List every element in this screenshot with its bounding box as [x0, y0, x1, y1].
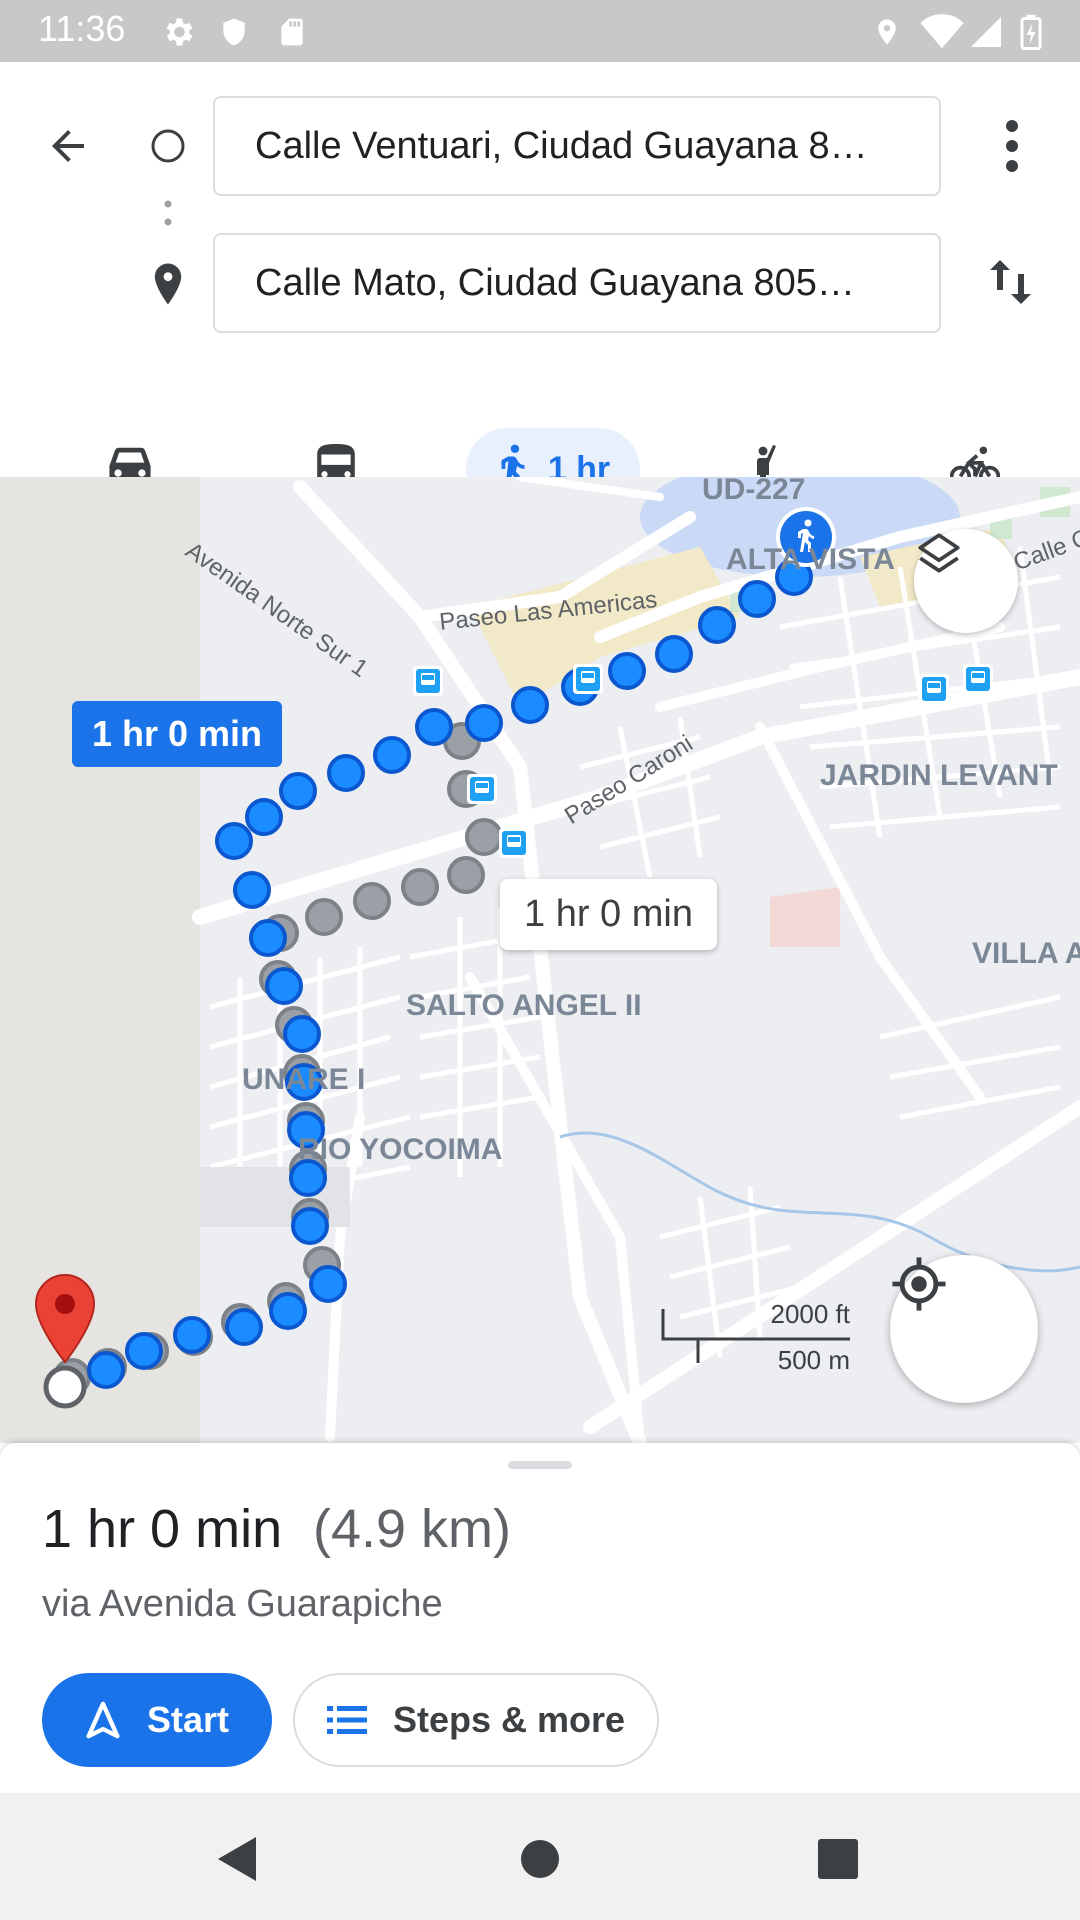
destination-pin-icon — [150, 262, 186, 311]
steps-more-button[interactable]: Steps & more — [293, 1673, 659, 1767]
map-scale: 2000 ft 500 m — [660, 1299, 850, 1379]
map-label-ud227: UD-227 — [702, 477, 806, 506]
route-dots-icon — [162, 198, 174, 243]
sd-card-icon — [276, 14, 308, 55]
directions-header: Calle Ventuari, Ciudad Guayana 8… Calle … — [0, 62, 1080, 510]
scale-meters: 500 m — [777, 1345, 850, 1375]
battery-icon — [1020, 14, 1042, 55]
navigation-arrow-icon — [85, 1700, 121, 1740]
more-options-icon[interactable] — [992, 118, 1032, 179]
system-nav-bar — [0, 1793, 1080, 1920]
location-pin-icon — [872, 14, 902, 55]
start-label: Start — [146, 1699, 230, 1740]
status-bar: 11:36 — [0, 0, 1080, 62]
map-label-unare: UNARE I — [242, 1063, 366, 1096]
swap-icon[interactable] — [990, 256, 1034, 313]
sheet-drag-handle[interactable] — [508, 1461, 572, 1469]
layers-button[interactable] — [914, 529, 1018, 633]
recents-square-icon[interactable] — [818, 1839, 858, 1884]
destination-field[interactable]: Calle Mato, Ciudad Guayana 805… — [213, 233, 941, 333]
map-label-alta-vista: ALTA VISTA — [726, 543, 895, 576]
route-via: via Avenida Guarapiche — [42, 1583, 443, 1625]
list-icon — [326, 1706, 367, 1734]
scale-feet: 2000 ft — [770, 1299, 850, 1329]
steps-more-label: Steps & more — [392, 1699, 626, 1740]
route-summary-sheet[interactable]: 1 hr 0 min (4.9 km) via Avenida Guarapic… — [0, 1443, 1080, 1793]
status-time: 11:36 — [38, 8, 126, 49]
alt-route-time-badge[interactable]: 1 hr 0 min — [500, 879, 717, 950]
map-view[interactable]: UD-227 ALTA VISTA JARDIN LEVANT VILLA A … — [0, 477, 1080, 1443]
map-label-rio-yocoima: RIO YOCOIMA — [298, 1133, 503, 1166]
map-label-villa: VILLA A — [972, 937, 1080, 970]
my-location-button[interactable] — [890, 1255, 1038, 1403]
primary-route-time-badge[interactable]: 1 hr 0 min — [72, 701, 283, 767]
route-distance: (4.9 km) — [313, 1499, 512, 1559]
origin-field[interactable]: Calle Ventuari, Ciudad Guayana 8… — [213, 96, 941, 196]
shield-icon — [218, 14, 250, 55]
route-duration: 1 hr 0 min — [42, 1499, 283, 1559]
wifi-icon — [920, 14, 964, 55]
map-label-salto-angel: SALTO ANGEL II — [406, 989, 642, 1022]
signal-icon — [968, 14, 1004, 55]
origin-circle-icon — [150, 128, 186, 169]
gear-icon — [160, 14, 196, 55]
home-circle-icon[interactable] — [520, 1839, 560, 1884]
back-arrow-icon[interactable] — [44, 122, 92, 175]
start-button[interactable]: Start — [42, 1673, 272, 1767]
back-triangle-icon[interactable] — [218, 1837, 258, 1886]
map-label-jardin-levante: JARDIN LEVANT — [820, 759, 1058, 792]
